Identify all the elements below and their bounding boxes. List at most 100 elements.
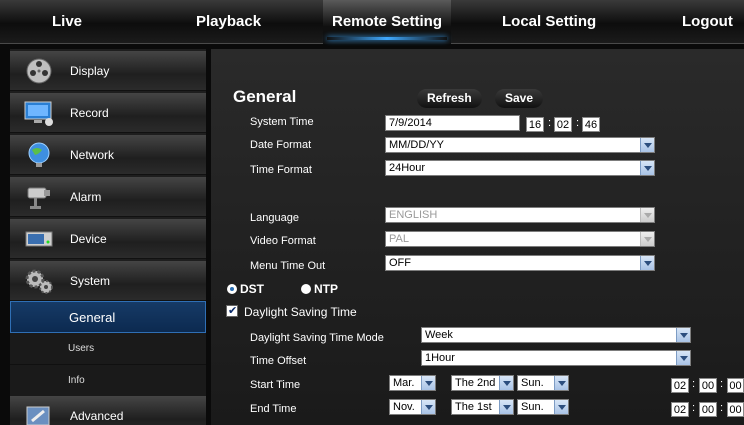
sidebar-item-system[interactable]: System <box>10 261 206 301</box>
hard-disk-icon <box>25 231 53 247</box>
chevron-down-icon[interactable] <box>640 138 654 152</box>
time-offset-select[interactable]: 1Hour <box>421 350 691 366</box>
system-time-second[interactable]: 46 <box>582 117 600 132</box>
date-format-label: Date Format <box>250 139 312 151</box>
chevron-down-icon[interactable] <box>421 376 435 390</box>
save-button[interactable]: Save <box>495 89 544 108</box>
time-format-value: 24Hour <box>389 162 426 174</box>
nav-live[interactable]: Live <box>52 0 82 44</box>
sidebar-subitem-general[interactable]: General <box>10 301 206 333</box>
refresh-button[interactable]: Refresh <box>417 89 482 108</box>
menu-timeout-label: Menu Time Out <box>250 260 326 272</box>
page-title: General <box>233 87 297 106</box>
dst-radio-label: DST <box>240 282 264 296</box>
end-day-select[interactable]: Sun. <box>517 399 569 415</box>
start-time-minute[interactable]: 00 <box>699 378 717 393</box>
video-format-select: PAL <box>385 231 655 247</box>
ntp-radio-label: NTP <box>314 282 338 296</box>
dst-radio[interactable] <box>227 284 237 294</box>
start-time-second[interactable]: 00 <box>727 378 744 393</box>
end-month-value: Nov. <box>393 401 415 413</box>
nav-remote-setting[interactable]: Remote Setting <box>323 0 451 44</box>
sidebar-item-label: Device <box>70 232 107 246</box>
chevron-down-icon <box>640 208 654 222</box>
menu-timeout-select[interactable]: OFF <box>385 255 655 271</box>
end-week-value: The 1st <box>455 401 492 413</box>
chevron-down-icon[interactable] <box>640 161 654 175</box>
sidebar-item-advanced[interactable]: Advanced <box>10 396 206 425</box>
start-month-value: Mar. <box>393 377 415 389</box>
end-month-select[interactable]: Nov. <box>389 399 436 415</box>
dst-mode-label: Daylight Saving Time Mode <box>250 332 384 344</box>
dst-mode-select[interactable]: Week <box>421 327 691 343</box>
sidebar-item-label: System <box>70 274 111 288</box>
time-format-label: Time Format <box>250 164 312 176</box>
system-time-minute[interactable]: 02 <box>554 117 572 132</box>
globe-icon <box>28 142 50 167</box>
ntp-radio[interactable] <box>301 284 311 294</box>
start-day-select[interactable]: Sun. <box>517 375 569 391</box>
chevron-down-icon[interactable] <box>421 400 435 414</box>
chevron-down-icon[interactable] <box>554 376 568 390</box>
daylight-saving-label: Daylight Saving Time <box>244 305 357 319</box>
chevron-down-icon[interactable] <box>676 328 690 342</box>
start-week-select[interactable]: The 2nd <box>451 375 514 391</box>
nav-logout[interactable]: Logout <box>682 0 733 44</box>
date-format-select[interactable]: MM/DD/YY <box>385 137 655 153</box>
chevron-down-icon[interactable] <box>554 400 568 414</box>
chevron-down-icon[interactable] <box>676 351 690 365</box>
sidebar-item-alarm[interactable]: Alarm <box>10 177 206 217</box>
chevron-down-icon[interactable] <box>499 400 513 414</box>
end-week-select[interactable]: The 1st <box>451 399 514 415</box>
sidebar-item-network[interactable]: Network <box>10 135 206 175</box>
monitor-icon <box>24 101 53 126</box>
end-day-value: Sun. <box>521 401 544 413</box>
sidebar-item-label: Alarm <box>70 190 102 204</box>
gears-icon <box>25 269 53 294</box>
alarm-camera-icon <box>27 187 50 209</box>
sidebar-item-display[interactable]: Display <box>10 51 206 91</box>
language-label: Language <box>250 212 299 224</box>
film-reel-icon <box>26 58 52 84</box>
sidebar-subitem-label: Users <box>68 343 95 354</box>
language-value: ENGLISH <box>389 209 438 221</box>
end-time-hour[interactable]: 02 <box>671 402 689 417</box>
system-time-hour[interactable]: 16 <box>526 117 544 132</box>
advanced-tools-icon <box>26 406 50 425</box>
time-offset-label: Time Offset <box>250 355 307 367</box>
start-time-hour[interactable]: 02 <box>671 378 689 393</box>
sidebar-item-label: Record <box>70 106 109 120</box>
chevron-down-icon[interactable] <box>640 256 654 270</box>
system-date-field[interactable]: 7/9/2014 <box>385 115 520 131</box>
start-day-value: Sun. <box>521 377 544 389</box>
sidebar-subitem-info[interactable]: Info <box>10 365 206 397</box>
sidebar-subitem-label: General <box>69 310 116 325</box>
date-format-value: MM/DD/YY <box>389 139 444 151</box>
start-week-value: The 2nd <box>455 377 496 389</box>
sidebar-subitem-label: Info <box>68 375 85 386</box>
nav-local-setting[interactable]: Local Setting <box>502 0 596 44</box>
time-offset-value: 1Hour <box>425 352 455 364</box>
sidebar-subitem-users[interactable]: Users <box>10 333 206 365</box>
sidebar-item-record[interactable]: Record <box>10 93 206 133</box>
menu-timeout-value: OFF <box>389 257 411 269</box>
sidebar-item-label: Advanced <box>70 409 124 423</box>
nav-playback[interactable]: Playback <box>196 0 261 44</box>
sidebar: Display Record Network Alarm Device Syst… <box>10 49 206 425</box>
daylight-saving-checkbox[interactable] <box>226 304 238 317</box>
language-select: ENGLISH <box>385 207 655 223</box>
end-time-minute[interactable]: 00 <box>699 402 717 417</box>
end-time-second[interactable]: 00 <box>727 402 744 417</box>
video-format-value: PAL <box>389 233 409 245</box>
sidebar-item-label: Network <box>70 148 115 162</box>
chevron-down-icon <box>640 232 654 246</box>
dst-mode-value: Week <box>425 329 453 341</box>
sidebar-item-label: Display <box>70 64 110 78</box>
start-month-select[interactable]: Mar. <box>389 375 436 391</box>
time-format-select[interactable]: 24Hour <box>385 160 655 176</box>
system-time-label: System Time <box>250 116 314 128</box>
main-panel: General Refresh Save System Time 7/9/201… <box>211 49 744 425</box>
sidebar-item-device[interactable]: Device <box>10 219 206 259</box>
chevron-down-icon[interactable] <box>499 376 513 390</box>
video-format-label: Video Format <box>250 235 316 247</box>
